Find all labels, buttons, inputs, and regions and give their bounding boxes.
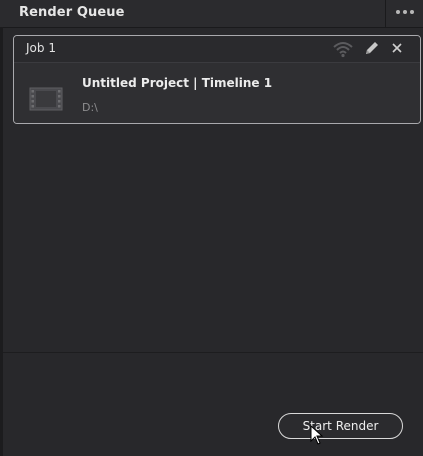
panel-title: Render Queue bbox=[19, 5, 125, 20]
mouse-cursor-icon bbox=[310, 425, 324, 445]
panel-left-edge bbox=[0, 27, 3, 456]
panel-header: Render Queue bbox=[0, 0, 423, 28]
footer-divider bbox=[3, 352, 423, 353]
wifi-icon[interactable] bbox=[332, 40, 354, 58]
pencil-icon[interactable] bbox=[363, 41, 381, 57]
film-icon bbox=[29, 87, 63, 111]
job-header: Job 1 bbox=[14, 36, 420, 63]
more-options-icon[interactable] bbox=[394, 10, 416, 16]
project-path: D:\ bbox=[82, 101, 98, 114]
job-title: Job 1 bbox=[26, 41, 56, 55]
render-queue-panel: Render Queue Job 1 Untitled Project | Ti… bbox=[0, 0, 423, 456]
job-card[interactable]: Job 1 Untitled Project | Timeline 1 D:\ bbox=[13, 35, 421, 124]
job-body: Untitled Project | Timeline 1 D:\ bbox=[14, 63, 420, 123]
start-render-button[interactable]: Start Render bbox=[278, 413, 403, 439]
project-name: Untitled Project | Timeline 1 bbox=[82, 76, 273, 90]
close-icon[interactable] bbox=[391, 42, 403, 54]
header-divider bbox=[385, 0, 386, 27]
